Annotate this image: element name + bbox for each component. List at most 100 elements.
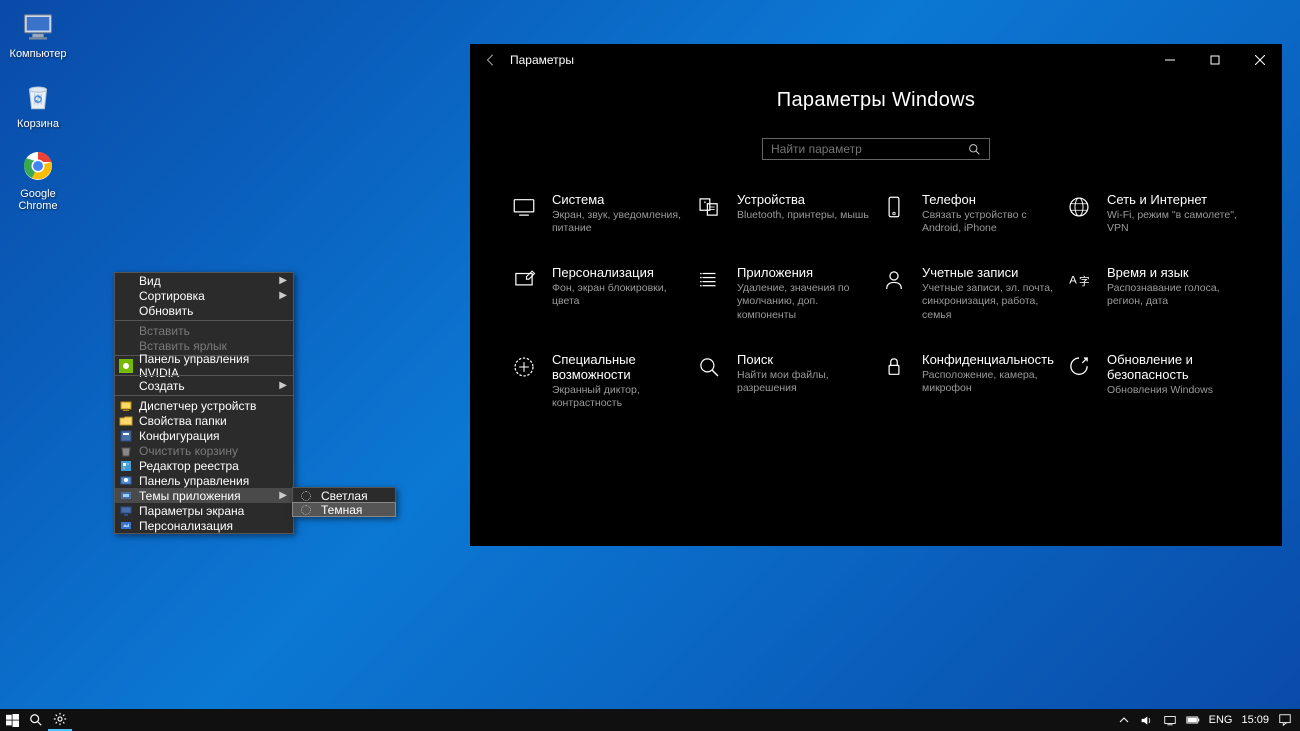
close-button[interactable] bbox=[1237, 44, 1282, 75]
category-title: Система bbox=[552, 192, 687, 207]
radio-dot-icon bbox=[301, 491, 311, 501]
network-icon[interactable] bbox=[1163, 713, 1177, 727]
context-menu: Вид▶Сортировка▶ОбновитьВставитьВставить … bbox=[114, 272, 294, 534]
perso-icon bbox=[119, 519, 133, 533]
context-menu-item-label: Параметры экрана bbox=[139, 504, 244, 518]
category-title: Учетные записи bbox=[922, 265, 1057, 280]
settings-category[interactable]: Сеть и ИнтернетWi-Fi, режим "в самолете"… bbox=[1065, 192, 1242, 235]
context-menu-item[interactable]: Сортировка▶ bbox=[115, 288, 293, 303]
taskbar-search-button[interactable] bbox=[24, 709, 48, 731]
display-icon bbox=[119, 504, 133, 518]
category-icon bbox=[880, 265, 908, 321]
settings-category[interactable]: СистемаЭкран, звук, уведомления, питание bbox=[510, 192, 687, 235]
context-menu-item[interactable]: Редактор реестра bbox=[115, 458, 293, 473]
folder-icon bbox=[119, 414, 133, 428]
context-menu-item[interactable]: Темы приложения ▶ bbox=[115, 488, 293, 503]
chevron-right-icon: ▶ bbox=[279, 490, 287, 501]
context-menu-item[interactable]: Вид▶ bbox=[115, 273, 293, 288]
context-submenu-item[interactable]: Темная bbox=[292, 502, 396, 517]
chevron-right-icon: ▶ bbox=[279, 275, 287, 286]
tray-clock[interactable]: 15:09 bbox=[1241, 714, 1269, 726]
category-description: Фон, экран блокировки, цвета bbox=[552, 282, 687, 308]
search-box[interactable] bbox=[762, 138, 990, 160]
category-description: Учетные записи, эл. почта, синхронизация… bbox=[922, 282, 1057, 321]
action-center-icon[interactable] bbox=[1278, 713, 1292, 727]
settings-category[interactable]: ТелефонСвязать устройство с Android, iPh… bbox=[880, 192, 1057, 235]
context-submenu-item[interactable]: Светлая bbox=[293, 488, 395, 503]
radio-dot-icon bbox=[301, 505, 311, 515]
theme-icon bbox=[119, 489, 133, 503]
svg-text:字: 字 bbox=[1079, 275, 1090, 288]
taskbar-settings-button[interactable] bbox=[48, 709, 72, 731]
context-menu-item[interactable]: Конфигурация bbox=[115, 428, 293, 443]
context-menu-item-label: Вставить ярлык bbox=[139, 339, 227, 353]
context-menu-item-label: Темы приложения bbox=[139, 489, 241, 503]
context-menu-separator bbox=[115, 395, 293, 396]
category-description: Найти мои файлы, разрешения bbox=[737, 369, 872, 395]
volume-icon[interactable] bbox=[1140, 713, 1154, 727]
settings-category[interactable]: Специальные возможностиЭкранный диктор, … bbox=[510, 352, 687, 410]
category-title: Специальные возможности bbox=[552, 352, 687, 382]
back-button[interactable] bbox=[484, 53, 498, 67]
maximize-button[interactable] bbox=[1192, 44, 1237, 75]
settings-category[interactable]: Конфиденциальность Расположение, камера, … bbox=[880, 352, 1057, 410]
settings-category[interactable]: A字Время и языкРаспознавание голоса, реги… bbox=[1065, 265, 1242, 321]
context-menu-item[interactable]: Параметры экрана bbox=[115, 503, 293, 518]
settings-category[interactable]: ПерсонализацияФон, экран блокировки, цве… bbox=[510, 265, 687, 321]
settings-category[interactable]: ПоискНайти мои файлы, разрешения bbox=[695, 352, 872, 410]
context-menu-separator bbox=[115, 375, 293, 376]
context-menu-item[interactable]: Персонализация bbox=[115, 518, 293, 533]
context-menu-item[interactable]: Панель управления bbox=[115, 473, 293, 488]
taskbar: ENG 15:09 bbox=[0, 709, 1300, 731]
category-title: Конфиденциальность bbox=[922, 352, 1057, 367]
computer-icon bbox=[20, 8, 56, 44]
desktop-icon-recycle-bin[interactable]: Корзина bbox=[2, 78, 74, 130]
search-input[interactable] bbox=[771, 142, 968, 156]
category-description: Удаление, значения по умолчанию, доп. ко… bbox=[737, 282, 872, 321]
category-description: Экранный диктор, контрастность bbox=[552, 384, 687, 410]
desktop-icon-label: Google Chrome bbox=[18, 188, 57, 212]
settings-category[interactable]: Приложения Удаление, значения по умолчани… bbox=[695, 265, 872, 321]
chevron-right-icon: ▶ bbox=[279, 380, 287, 391]
cpl-icon bbox=[119, 474, 133, 488]
context-menu-item[interactable]: Диспетчер устройств bbox=[115, 398, 293, 413]
category-description: Распознавание голоса, регион, дата bbox=[1107, 282, 1242, 308]
context-menu-item-label: Свойства папки bbox=[139, 414, 227, 428]
desktop-icon-computer[interactable]: Компьютер bbox=[2, 8, 74, 60]
context-menu-item[interactable]: Создать▶ bbox=[115, 378, 293, 393]
search-icon bbox=[968, 143, 981, 156]
settings-category[interactable]: УстройстваBluetooth, принтеры, мышь bbox=[695, 192, 872, 235]
battery-icon[interactable] bbox=[1186, 713, 1200, 727]
minimize-button[interactable] bbox=[1147, 44, 1192, 75]
category-title: Приложения bbox=[737, 265, 872, 280]
desktop-icon-label: Корзина bbox=[17, 118, 59, 130]
context-menu-item-label: Панель управления bbox=[139, 474, 249, 488]
start-button[interactable] bbox=[0, 709, 24, 731]
category-icon bbox=[880, 352, 908, 410]
dev-icon bbox=[119, 399, 133, 413]
chevron-right-icon: ▶ bbox=[279, 290, 287, 301]
category-icon bbox=[510, 192, 538, 235]
settings-category[interactable]: Обновление и безопасностьОбновления Wind… bbox=[1065, 352, 1242, 410]
window-title: Параметры bbox=[510, 53, 574, 67]
context-menu-item[interactable]: Свойства папки bbox=[115, 413, 293, 428]
svg-text:A: A bbox=[1069, 275, 1077, 287]
context-menu-item-label: Диспетчер устройств bbox=[139, 399, 256, 413]
config-icon bbox=[119, 429, 133, 443]
tray-chevron-up-icon[interactable] bbox=[1117, 713, 1131, 727]
category-icon bbox=[695, 192, 723, 235]
category-icon bbox=[695, 352, 723, 410]
context-menu-item[interactable]: Обновить bbox=[115, 303, 293, 318]
category-title: Устройства bbox=[737, 192, 869, 207]
tray-language[interactable]: ENG bbox=[1209, 714, 1233, 726]
desktop-icon-chrome[interactable]: Google Chrome bbox=[2, 148, 74, 212]
context-menu-item[interactable]: Панель управления NVIDIA bbox=[115, 358, 293, 373]
category-description: Расположение, камера, микрофон bbox=[922, 369, 1057, 395]
settings-window: Параметры Параметры Windows СистемаЭкран… bbox=[470, 44, 1282, 546]
category-icon bbox=[1065, 192, 1093, 235]
recycle-bin-icon bbox=[20, 78, 56, 114]
desktop-icon-label: Компьютер bbox=[10, 48, 67, 60]
context-menu-item-label: Очистить корзину bbox=[139, 444, 238, 458]
category-title: Телефон bbox=[922, 192, 1057, 207]
settings-category[interactable]: Учетные записи Учетные записи, эл. почта,… bbox=[880, 265, 1057, 321]
